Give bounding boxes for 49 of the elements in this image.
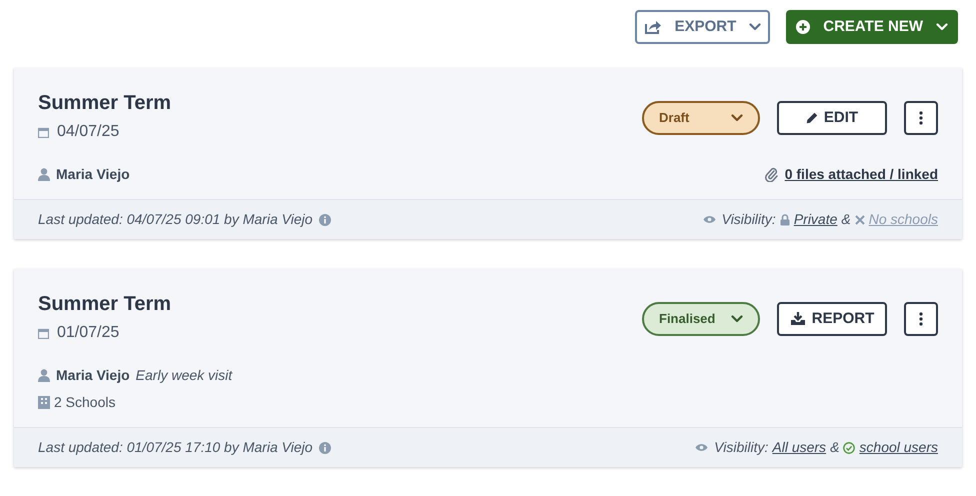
check-circle-icon (843, 442, 856, 454)
calendar-icon (38, 328, 49, 338)
pencil-icon (806, 112, 818, 124)
visibility-label: Visibility: (714, 438, 768, 457)
audience-link[interactable]: Private (794, 209, 838, 230)
visit-note: Early week visit (136, 366, 232, 385)
info-icon (318, 214, 330, 226)
close-icon (854, 214, 865, 224)
chevron-icon (731, 315, 743, 323)
eye-icon (702, 215, 716, 224)
building-icon (38, 396, 50, 409)
chevron-icon (731, 114, 743, 122)
calendar-icon (38, 126, 49, 138)
ampersand-text: & (841, 210, 851, 229)
status-dropdown[interactable]: Finalised (642, 302, 760, 336)
chevron-icon (936, 23, 948, 31)
status-dropdown[interactable]: Draft (642, 101, 760, 135)
last-updated-text: Last updated: 01/07/25 17:10 by Maria Viejo (38, 438, 312, 457)
schools-count: 2 Schools (54, 393, 116, 412)
audience-link[interactable]: All users (772, 437, 826, 458)
last-updated-text: Last updated: 04/07/25 09:01 by Maria Viejo (38, 210, 312, 229)
download-icon (790, 312, 806, 326)
more-options-button[interactable] (904, 302, 938, 336)
date-text: 01/07/25 (57, 323, 120, 343)
attachments-link[interactable]: 0 files attached / linked (784, 164, 938, 185)
scope-link[interactable]: school users (859, 437, 938, 458)
date-text: 04/07/25 (57, 122, 120, 142)
lock-icon (780, 214, 790, 226)
edit-button[interactable]: EDIT (777, 101, 887, 135)
info-icon (318, 442, 330, 454)
author-name: Maria Viejo (56, 165, 130, 184)
share-icon (644, 19, 662, 35)
vertical-dots-icon (919, 312, 923, 326)
person-icon (38, 369, 50, 382)
chevron-icon (749, 23, 762, 31)
paperclip-icon (764, 167, 778, 182)
plus-circle-icon (796, 20, 810, 34)
more-options-button[interactable] (904, 101, 938, 135)
ampersand-text: & (830, 438, 840, 457)
author-name: Maria Viejo (56, 366, 130, 385)
card-title: Summer Term (38, 292, 172, 317)
visibility-label: Visibility: (722, 210, 776, 229)
export-button[interactable]: EXPORT (634, 10, 770, 44)
person-icon (38, 168, 50, 181)
create-new-button[interactable]: CREATE NEW (786, 10, 958, 44)
report-button[interactable]: REPORT (777, 302, 887, 336)
vertical-dots-icon (919, 111, 923, 125)
card-title: Summer Term (38, 91, 172, 116)
eye-icon (695, 443, 708, 452)
